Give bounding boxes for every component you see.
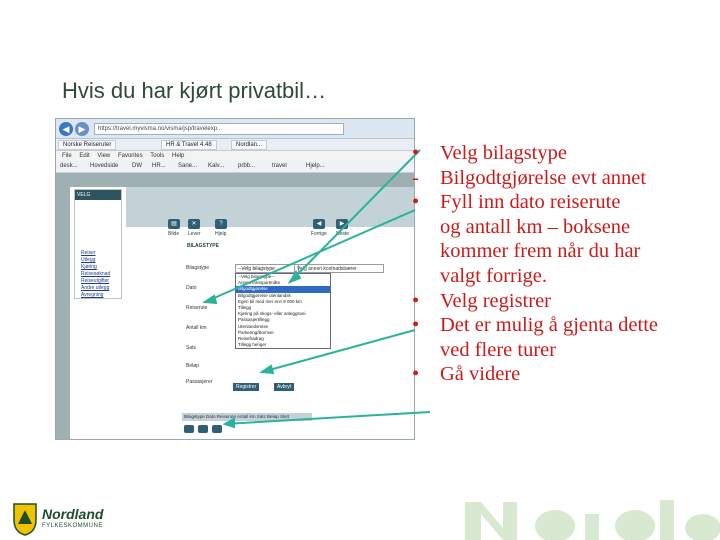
logo-text: Nordland [42, 506, 104, 522]
arrow-head [259, 364, 275, 375]
bullet-marker: • [412, 314, 420, 337]
arrow-to-register [261, 329, 416, 373]
bullet-continuation: ved flere turer [440, 338, 557, 361]
arrow-head [202, 294, 218, 305]
bullet-text: Det er mulig å gjenta dette [440, 314, 659, 337]
bullet-marker: • [412, 191, 420, 214]
bullet-continuation: valgt forrige. [440, 264, 548, 287]
bullet-item: • Fyll inn dato reiserute [410, 190, 720, 215]
bullet-continuation: kommer frem når du har [440, 240, 641, 263]
bullet-text: Bilgodtgjørelse evt annet [440, 166, 647, 189]
bullet-marker: • [412, 142, 420, 164]
bullet-text: Velg bilagstype [440, 142, 567, 164]
arrow-to-option [204, 209, 416, 303]
bullet-marker: • [412, 363, 420, 386]
nordland-logo: Nordland FYLKESKOMMUNE [12, 500, 152, 540]
bullet-continuation: og antall km – boksene [440, 215, 631, 238]
bullet-text: Velg registrer [440, 289, 551, 312]
arrow-to-next [224, 411, 431, 425]
bullet-marker: • [412, 289, 420, 312]
bullet-text: Gå videre [440, 363, 521, 386]
bullet-item: • Velg registrer [410, 289, 720, 314]
bullet-item: • Gå videre [410, 362, 720, 387]
arrow-head [222, 417, 235, 429]
coat-of-arms-icon [13, 503, 37, 536]
bullet-list: • Velg bilagstype - Bilgodtgjørelse evt … [410, 141, 720, 387]
bullet-marker: - [412, 166, 419, 189]
nordland-watermark [455, 490, 720, 540]
bullet-item: • Det er mulig å gjenta dette [410, 313, 720, 338]
logo-subtitle: FYLKESKOMMUNE [42, 523, 103, 529]
bullet-item: • Velg bilagstype [410, 141, 720, 166]
bullet-item: - Bilgodtgjørelse evt annet [410, 166, 720, 191]
bullet-text: Fyll inn dato reiserute [440, 191, 621, 214]
